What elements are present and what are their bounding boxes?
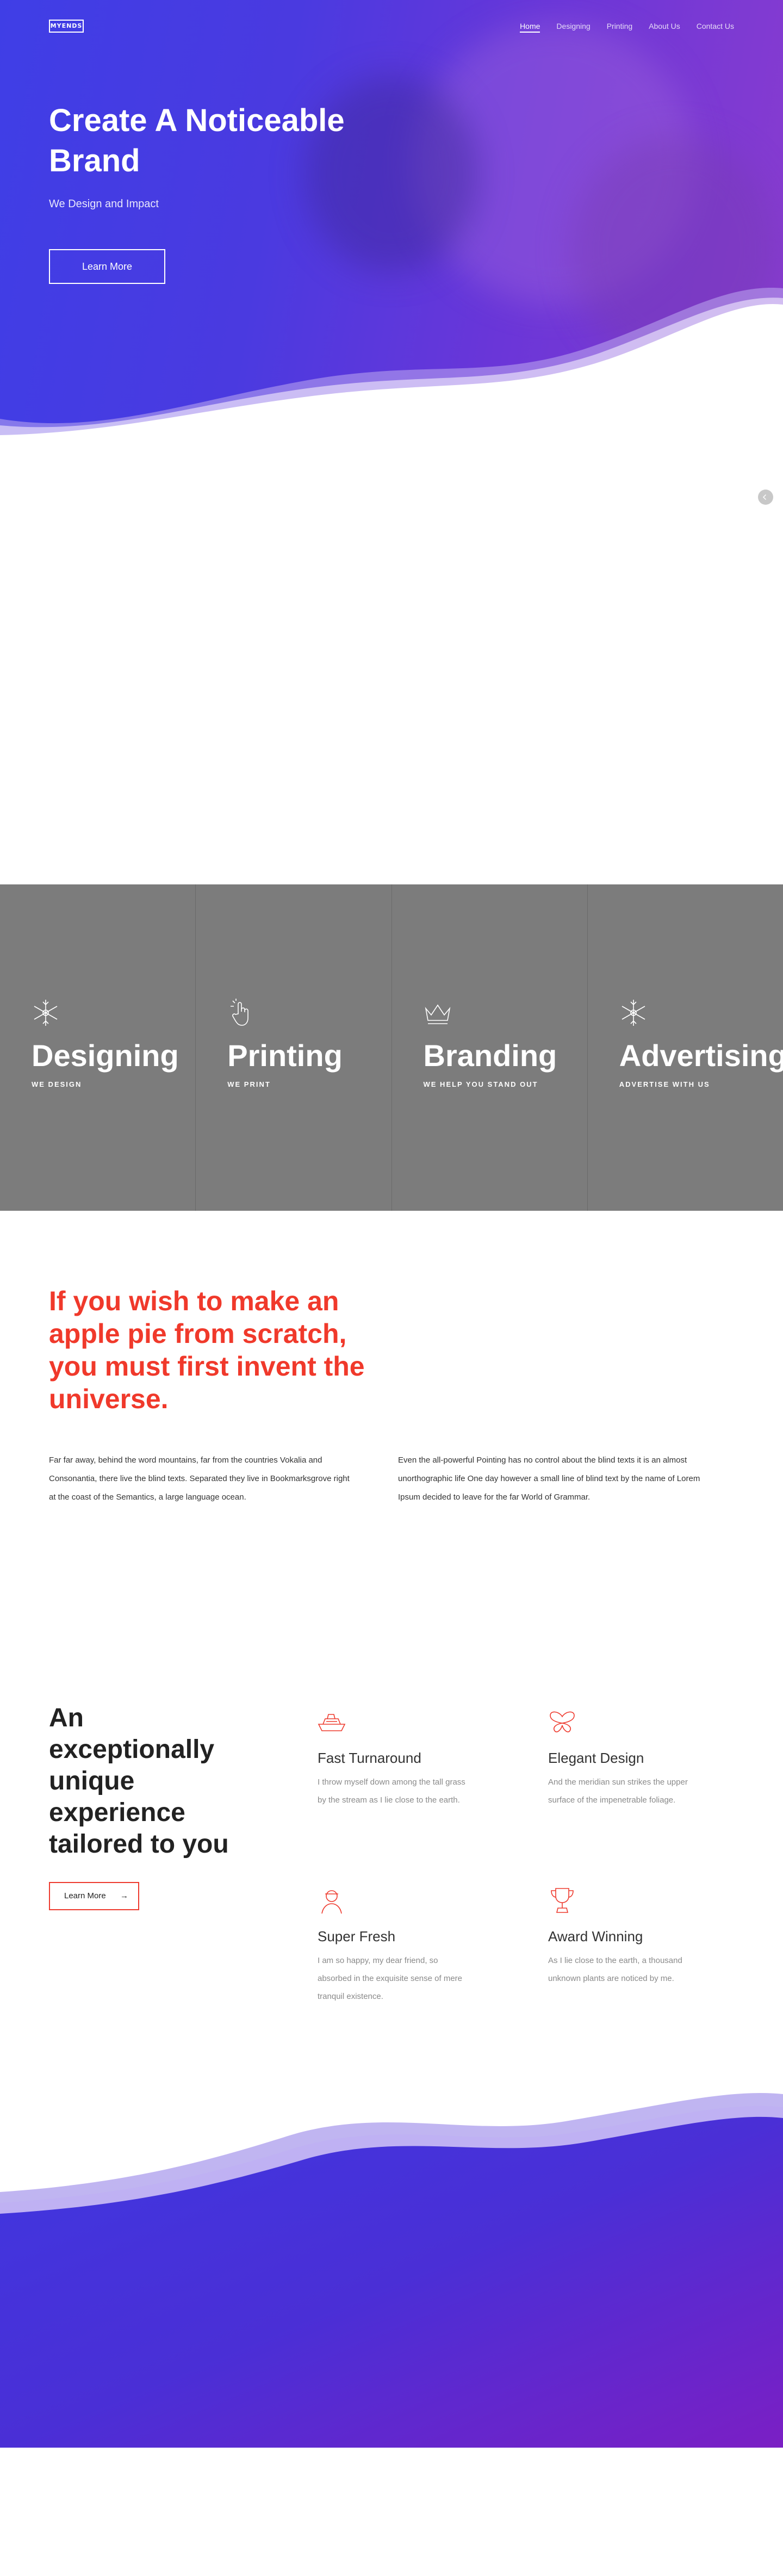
intro-paragraph-left: Far far away, behind the word mountains,… — [49, 1456, 350, 1502]
feature-text: As I lie close to the earth, a thousand … — [548, 1956, 682, 1983]
snowflake-icon — [34, 1000, 58, 1026]
services-section: Designing WE DESIGN Printing WE PRINT Br… — [0, 884, 783, 1211]
footer-wave-section — [0, 2089, 783, 2448]
service-subtitle: WE PRINT — [227, 1080, 271, 1088]
person-icon — [321, 1890, 342, 1914]
service-title: Printing — [227, 1038, 343, 1073]
button-label: Learn More — [64, 1891, 106, 1900]
features-learn-more-button[interactable]: Learn More → — [49, 1882, 139, 1910]
service-title: Designing — [32, 1038, 179, 1073]
trophy-icon — [551, 1888, 574, 1913]
snowflake-icon — [622, 1000, 645, 1026]
hero-wave-divider — [0, 288, 783, 435]
feature-text: And the meridian sun strikes the upper s… — [548, 1778, 688, 1805]
butterfly-icon — [550, 1711, 575, 1732]
feature-fast-turnaround: Fast Turnaround I throw myself down amon… — [318, 1708, 481, 1809]
service-subtitle: WE DESIGN — [32, 1080, 82, 1088]
service-card-designing[interactable]: Designing WE DESIGN — [0, 884, 196, 1211]
features-heading: An exceptionally unique experience tailo… — [49, 1704, 229, 1859]
feature-title: Fast Turnaround — [318, 1750, 421, 1766]
intro-paragraph-right: Even the all-powerful Pointing has no co… — [398, 1456, 700, 1502]
ship-icon — [318, 1714, 346, 1731]
feature-title: Elegant Design — [548, 1750, 644, 1766]
feature-elegant-design: Elegant Design And the meridian sun stri… — [548, 1708, 711, 1809]
arrow-right-icon: → — [120, 1891, 128, 1900]
feature-text: I am so happy, my dear friend, so absorb… — [318, 1956, 462, 2001]
quote-heading: If you wish to make an apple pie from sc… — [49, 1286, 365, 1414]
feature-award-winning: Award Winning As I lie close to the eart… — [548, 1886, 711, 1987]
service-card-advertising[interactable]: Advertising ADVERTISE WITH US — [587, 884, 783, 1211]
hero-section: MYENDS Home Designing Printing About Us … — [0, 0, 783, 435]
scroll-up-button[interactable] — [758, 490, 773, 505]
feature-title: Award Winning — [548, 1928, 643, 1945]
footer-wave-background — [0, 2093, 783, 2448]
feature-title: Super Fresh — [318, 1928, 396, 1945]
feature-super-fresh: Super Fresh I am so happy, my dear frien… — [318, 1886, 481, 2005]
service-title: Advertising — [619, 1038, 783, 1073]
pointer-hand-icon — [231, 999, 249, 1026]
service-card-printing[interactable]: Printing WE PRINT — [196, 884, 392, 1211]
service-card-branding[interactable]: Branding WE HELP YOU STAND OUT — [391, 884, 588, 1211]
service-title: Branding — [423, 1038, 557, 1073]
feature-text: I throw myself down among the tall grass… — [318, 1778, 465, 1805]
crown-icon — [425, 1004, 450, 1024]
service-subtitle: WE HELP YOU STAND OUT — [423, 1080, 538, 1088]
chevron-icon — [763, 494, 768, 500]
service-subtitle: ADVERTISE WITH US — [619, 1080, 710, 1088]
